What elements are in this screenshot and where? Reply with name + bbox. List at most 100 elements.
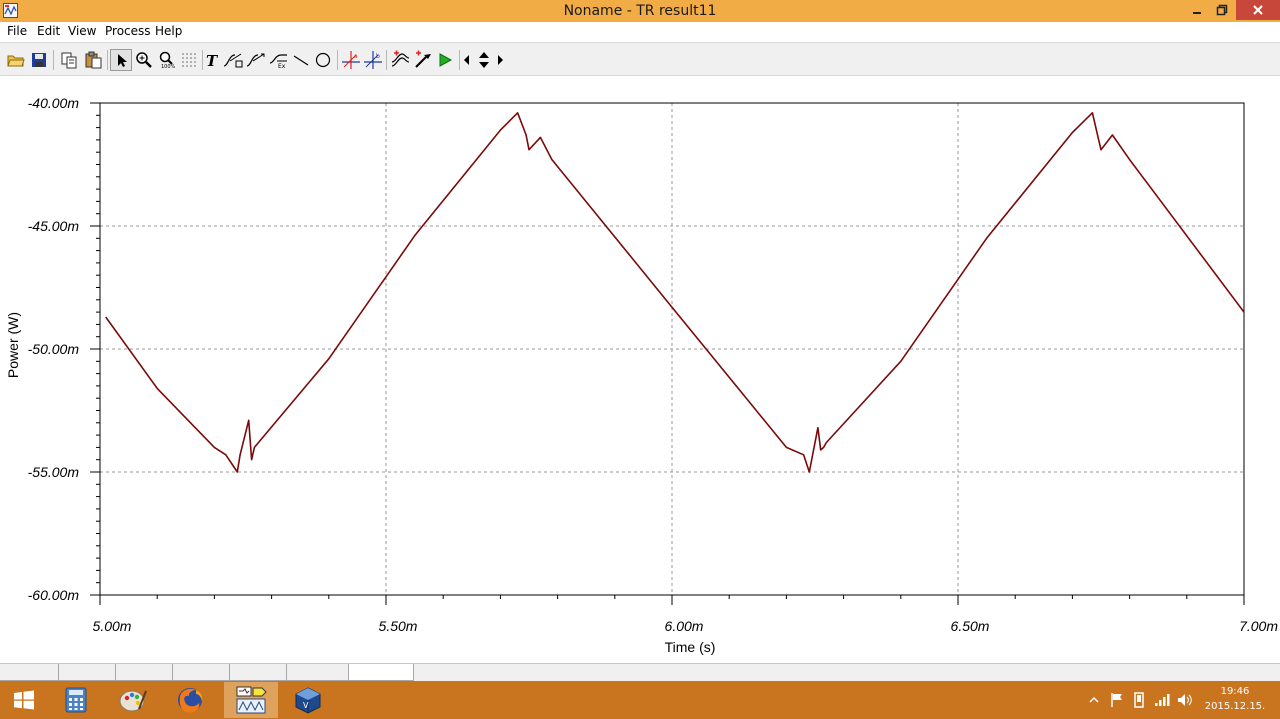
show-hidden-icon [1089,696,1099,703]
save-button[interactable] [28,49,50,71]
x-tick-label: 7.00m [1239,618,1278,634]
menu-edit[interactable]: Edit [37,24,60,38]
copy-button[interactable] [58,49,80,71]
svg-text:Ex: Ex [278,63,286,69]
result-tab[interactable] [0,664,59,681]
toolbar-separator [53,50,54,70]
restore-icon [1216,4,1228,16]
cursor-b-button[interactable]: b [362,49,384,71]
clock-date: 2015.12.15. [1204,701,1266,712]
close-button[interactable] [1236,0,1280,20]
start-button[interactable] [0,682,48,718]
run-button[interactable] [434,49,456,71]
probe-icon [415,50,431,68]
y-axis-title: Power (W) [5,312,21,378]
cursor-a-button[interactable]: a [340,49,362,71]
paste-button[interactable] [82,49,104,71]
transient-chart[interactable]: -40.00m -45.00m -50.00m -55.00m -60.00m … [0,77,1280,663]
zoom-in-icon [136,52,152,68]
curve-label-icon [223,53,243,68]
firefox-button[interactable] [163,682,217,718]
svg-text:b: b [376,53,380,60]
arrow-left-icon [464,55,469,65]
line-button[interactable] [290,49,312,71]
paint-button[interactable] [106,682,160,718]
svg-text:a: a [354,53,358,60]
arrow-right-icon [498,55,503,65]
result-tab[interactable] [59,664,116,681]
y-tick-label: -55.00m [28,464,80,480]
circle-icon [315,52,331,68]
curve-label-3-button[interactable]: Ex [268,49,290,71]
save-icon [32,53,46,67]
plot-area[interactable]: -40.00m -45.00m -50.00m -55.00m -60.00m … [0,77,1280,663]
result-tab[interactable] [287,664,349,681]
toolbar-separator [107,50,108,70]
x-axis-title: Time (s) [665,639,716,655]
show-hidden-button[interactable] [1088,692,1100,708]
copy-icon [61,52,77,69]
curve-label-button[interactable] [222,49,244,71]
result-tabs [0,663,1280,681]
toolbar-separator [386,50,387,70]
menu-view[interactable]: View [68,24,96,38]
toolbar: 100% T Ex a b [0,42,1280,76]
minimize-button[interactable] [1183,0,1211,20]
close-icon [1253,5,1263,15]
grid-button[interactable] [178,49,200,71]
zoom-100-button[interactable]: 100% [156,49,178,71]
virtualbox-button[interactable]: V [281,682,335,718]
menu-file[interactable]: File [7,24,27,38]
text-button[interactable]: T [200,49,222,71]
x-tick-label: 6.00m [665,618,704,634]
window-title: Noname - TR result11 [563,3,717,19]
flag-icon [1111,693,1122,707]
svg-text:100%: 100% [161,64,176,69]
open-button[interactable] [5,49,27,71]
result-tab[interactable] [116,664,173,681]
zoom-100-icon: 100% [159,51,176,69]
result-tab[interactable] [173,664,230,681]
clock-time: 19:46 [1220,686,1250,697]
cursor-b-icon: b [364,51,382,69]
x-tick-label: 5.50m [379,618,418,634]
paste-icon [85,51,102,69]
svg-text:T: T [206,52,219,68]
clock[interactable]: 19:46 2015.12.15. [1200,684,1270,714]
line-icon [293,55,309,66]
tina-taskbar-button[interactable] [224,682,278,718]
pointer-icon [118,54,127,67]
volume-button[interactable] [1176,692,1194,708]
gridlines [100,103,1244,595]
result-tab[interactable] [230,664,287,681]
add-trace-icon [391,50,410,67]
menu-process[interactable]: Process [105,24,151,38]
pointer-button[interactable] [110,49,132,71]
menu-bar: File Edit View Process Help [0,22,1280,41]
menu-help[interactable]: Help [155,24,182,38]
curve-label-2-button[interactable] [245,49,267,71]
power-trace[interactable] [105,111,1245,473]
curve-label-2-icon [246,53,265,67]
scroll-left-button[interactable] [460,49,474,71]
result-tab-active[interactable] [349,664,414,681]
volume-icon [1178,694,1192,706]
scroll-right-button[interactable] [493,49,507,71]
action-center-button[interactable] [1108,692,1126,708]
circle-button[interactable] [312,49,334,71]
signal-icon [1155,694,1170,706]
device-button[interactable] [1130,692,1148,708]
tick-labels: -40.00m -45.00m -50.00m -55.00m -60.00m … [28,95,1279,634]
add-trace-button[interactable] [389,49,411,71]
paint-icon [119,690,147,712]
probe-button[interactable] [412,49,434,71]
toolbar-separator [337,50,338,70]
scroll-updown-button[interactable] [475,49,493,71]
title-bar: Noname - TR result11 [0,0,1280,22]
device-icon [1134,692,1144,708]
calculator-button[interactable] [49,682,103,718]
restore-button[interactable] [1209,0,1235,20]
virtualbox-icon: V [295,687,321,714]
network-button[interactable] [1152,692,1172,708]
zoom-in-button[interactable] [133,49,155,71]
